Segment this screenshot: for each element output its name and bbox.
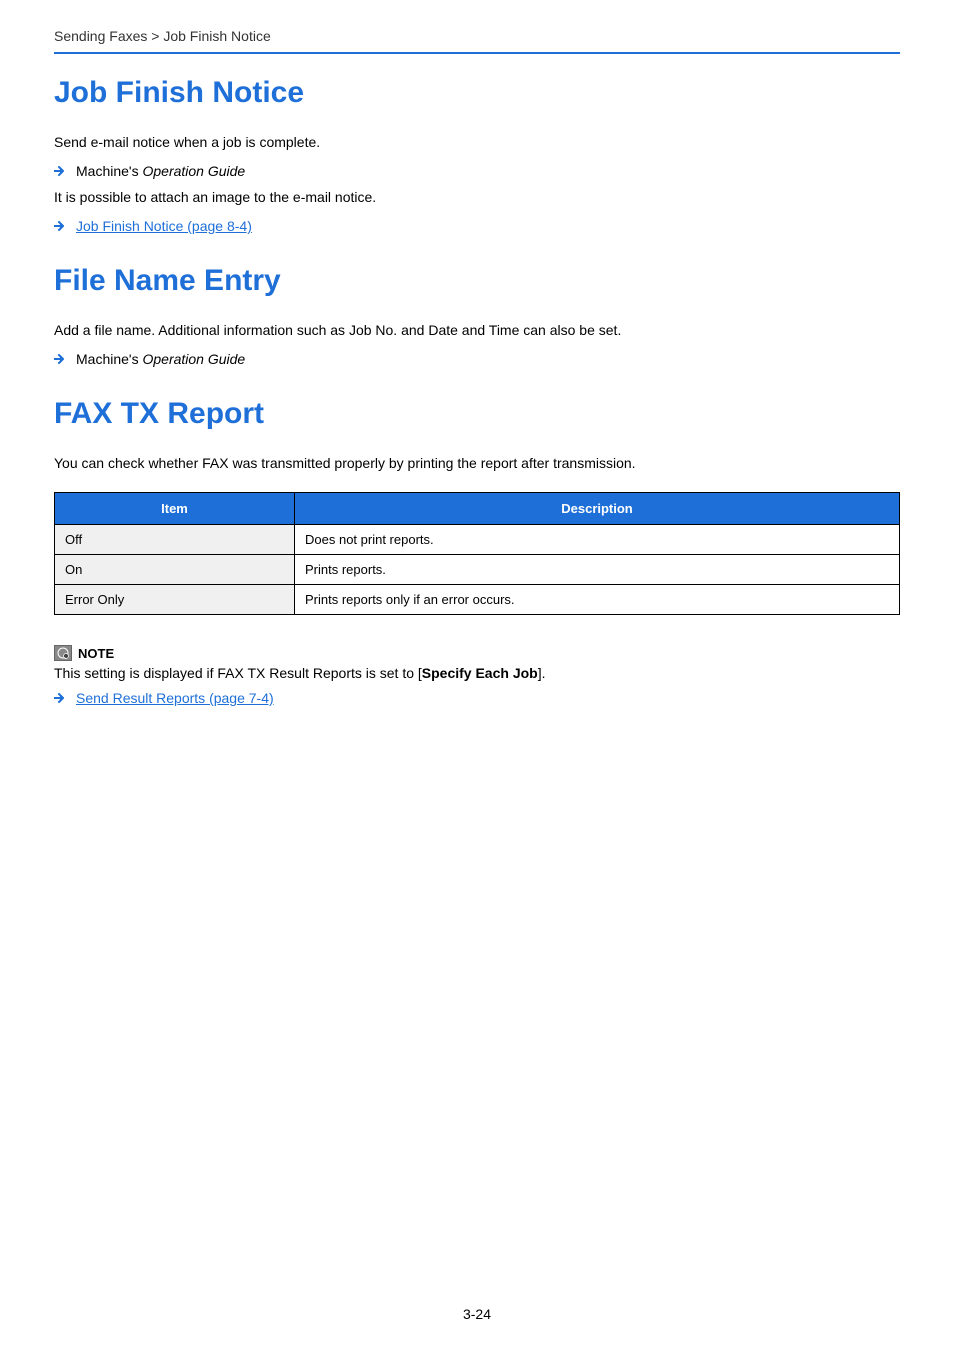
table-row: On Prints reports. (55, 555, 900, 585)
td-item: On (55, 555, 295, 585)
heading-fax-tx-report: FAX TX Report (54, 397, 900, 431)
job-finish-p2: It is possible to attach an image to the… (54, 187, 900, 208)
breadcrumb: Sending Faxes > Job Finish Notice (54, 28, 900, 52)
note-label: NOTE (78, 646, 114, 661)
table-header-row: Item Description (55, 493, 900, 525)
ref-italic: Operation Guide (142, 163, 245, 179)
note-block: NOTE This setting is displayed if FAX TX… (54, 645, 900, 706)
reference-text: Machine's Operation Guide (76, 163, 245, 179)
arrow-right-icon (54, 354, 66, 364)
td-item: Off (55, 525, 295, 555)
note-text-after: ]. (538, 665, 546, 681)
td-desc: Does not print reports. (295, 525, 900, 555)
fax-tx-p1: You can check whether FAX was transmitte… (54, 453, 900, 474)
td-desc: Prints reports only if an error occurs. (295, 585, 900, 615)
link-send-result-reports[interactable]: Send Result Reports (page 7-4) (54, 690, 900, 706)
arrow-right-icon (54, 166, 66, 176)
page-number: 3-24 (0, 1306, 954, 1322)
table-row: Error Only Prints reports only if an err… (55, 585, 900, 615)
td-item: Error Only (55, 585, 295, 615)
job-finish-p1: Send e-mail notice when a job is complet… (54, 132, 900, 153)
ref-prefix: Machine's (76, 351, 142, 367)
link-text[interactable]: Send Result Reports (page 7-4) (76, 690, 274, 706)
arrow-right-icon (54, 221, 66, 231)
link-text[interactable]: Job Finish Notice (page 8-4) (76, 218, 252, 234)
note-text-bold: Specify Each Job (422, 665, 538, 681)
heading-file-name-entry: File Name Entry (54, 264, 900, 298)
reference-text: Machine's Operation Guide (76, 351, 245, 367)
ref-prefix: Machine's (76, 163, 142, 179)
th-item: Item (55, 493, 295, 525)
th-description: Description (295, 493, 900, 525)
heading-job-finish-notice: Job Finish Notice (54, 76, 900, 110)
link-job-finish-notice[interactable]: Job Finish Notice (page 8-4) (54, 218, 900, 234)
td-desc: Prints reports. (295, 555, 900, 585)
note-icon (54, 645, 72, 661)
note-text-before: This setting is displayed if FAX TX Resu… (54, 665, 422, 681)
reference-operation-guide-1: Machine's Operation Guide (54, 163, 900, 179)
header-divider (54, 52, 900, 54)
reference-operation-guide-2: Machine's Operation Guide (54, 351, 900, 367)
table-row: Off Does not print reports. (55, 525, 900, 555)
arrow-right-icon (54, 693, 66, 703)
ref-italic: Operation Guide (142, 351, 245, 367)
fax-tx-report-table: Item Description Off Does not print repo… (54, 492, 900, 615)
note-body: This setting is displayed if FAX TX Resu… (54, 663, 900, 684)
file-name-p1: Add a file name. Additional information … (54, 320, 900, 341)
